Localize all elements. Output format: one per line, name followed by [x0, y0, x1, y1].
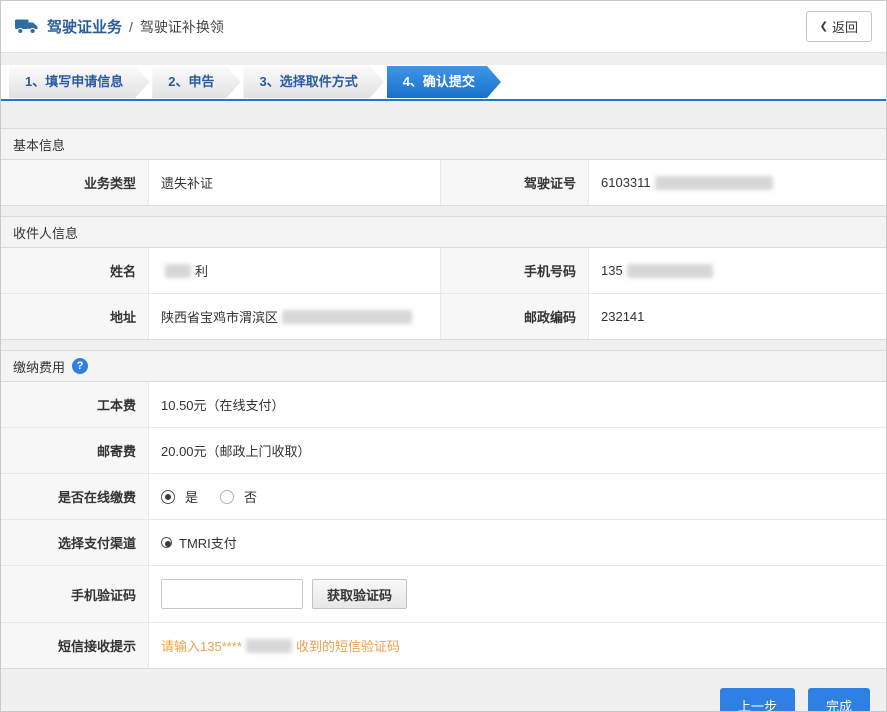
phone-value: 135 [589, 248, 886, 293]
online-pay-label: 是否在线缴费 [1, 474, 149, 519]
redacted-block [165, 264, 191, 278]
radio-yes[interactable] [161, 490, 175, 504]
step-tab-2-declaration[interactable]: 2、申告 [152, 66, 240, 98]
sms-tip-prefix: 请输入135**** [161, 636, 242, 655]
license-number-value: 6103311 [589, 160, 886, 205]
redacted-block [246, 639, 292, 653]
radio-tmri-label[interactable]: TMRI支付 [179, 533, 237, 552]
radio-no-label[interactable]: 否 [244, 487, 257, 506]
sms-tip-value: 请输入135**** 收到的短信验证码 [149, 623, 886, 668]
section-basic-info-title: 基本信息 [1, 129, 886, 160]
sms-code-label: 手机验证码 [1, 566, 149, 622]
sms-tip-label: 短信接收提示 [1, 623, 149, 668]
name-value: 利 [149, 248, 441, 293]
section-recipient-info: 收件人信息 姓名 利 手机号码 135 地址 陕西省宝鸡市渭滨区 邮政编码 23… [1, 216, 886, 340]
page-title-secondary: 驾驶证补换领 [140, 17, 224, 37]
step-tab-label: 3、选择取件方式 [259, 74, 357, 89]
section-basic-info: 基本信息 业务类型 遗失补证 驾驶证号 6103311 [1, 128, 886, 206]
previous-step-button[interactable]: 上一步 [720, 688, 795, 712]
back-button-label: 返回 [832, 17, 858, 36]
business-type-value: 遗失补证 [149, 160, 441, 205]
step-tab-label: 2、申告 [168, 74, 214, 89]
help-icon[interactable]: ? [72, 358, 88, 374]
steps-bar: 1、填写申请信息 2、申告 3、选择取件方式 4、确认提交 [1, 65, 886, 101]
postcode-value: 232141 [589, 294, 886, 339]
truck-icon [15, 18, 39, 35]
phone-label: 手机号码 [441, 248, 589, 293]
back-button[interactable]: ❮ 返回 [806, 11, 872, 42]
postcode-label: 邮政编码 [441, 294, 589, 339]
section-title-text: 收件人信息 [13, 223, 78, 242]
step-tab-3-pickup-method[interactable]: 3、选择取件方式 [243, 66, 383, 98]
radio-tmri[interactable] [161, 537, 172, 548]
table-row: 姓名 利 手机号码 135 [1, 248, 886, 294]
topbar: 驾驶证业务 / 驾驶证补换领 ❮ 返回 [1, 1, 886, 53]
redacted-block [655, 176, 773, 190]
section-title-text: 缴纳费用 [13, 357, 65, 376]
section-title-text: 基本信息 [13, 135, 65, 154]
sms-code-field-wrap: 获取验证码 [149, 566, 886, 622]
table-row: 地址 陕西省宝鸡市渭滨区 邮政编码 232141 [1, 294, 886, 339]
radio-yes-label[interactable]: 是 [185, 487, 198, 506]
chevron-left-icon: ❮ [820, 22, 828, 32]
get-code-button[interactable]: 获取验证码 [312, 579, 407, 609]
step-tab-label: 1、填写申请信息 [25, 74, 123, 89]
online-pay-options: 是 否 [149, 474, 886, 519]
table-row: 邮寄费 20.00元（邮政上门收取） [1, 428, 886, 474]
table-row: 短信接收提示 请输入135**** 收到的短信验证码 [1, 623, 886, 668]
production-fee-value: 10.50元（在线支付） [149, 382, 886, 427]
payment-channel-options: TMRI支付 [149, 520, 886, 565]
page: 驾驶证业务 / 驾驶证补换领 ❮ 返回 1、填写申请信息 2、申告 3、选择取件… [0, 0, 887, 712]
page-title-primary: 驾驶证业务 [47, 16, 122, 37]
table-row: 手机验证码 获取验证码 [1, 566, 886, 623]
mail-fee-label: 邮寄费 [1, 428, 149, 473]
radio-no[interactable] [220, 490, 234, 504]
name-label: 姓名 [1, 248, 149, 293]
license-number-label: 驾驶证号 [441, 160, 589, 205]
business-type-label: 业务类型 [1, 160, 149, 205]
breadcrumb-separator: / [129, 19, 133, 35]
section-fees: 缴纳费用 ? 工本费 10.50元（在线支付） 邮寄费 20.00元（邮政上门收… [1, 350, 886, 669]
redacted-block [627, 264, 713, 278]
section-fees-title: 缴纳费用 ? [1, 351, 886, 382]
online-pay-no-option: 否 [220, 487, 279, 506]
table-row: 选择支付渠道 TMRI支付 [1, 520, 886, 566]
step-tab-1-fill-application[interactable]: 1、填写申请信息 [9, 66, 149, 98]
table-row: 业务类型 遗失补证 驾驶证号 6103311 [1, 160, 886, 205]
footer-actions: 上一步 完成 [1, 669, 886, 712]
step-tab-4-confirm-submit[interactable]: 4、确认提交 [387, 66, 501, 98]
sms-tip-suffix: 收到的短信验证码 [296, 636, 400, 655]
finish-button[interactable]: 完成 [808, 688, 870, 712]
online-pay-yes-option: 是 [161, 487, 220, 506]
mail-fee-value: 20.00元（邮政上门收取） [149, 428, 886, 473]
step-tab-label: 4、确认提交 [403, 74, 475, 89]
address-label: 地址 [1, 294, 149, 339]
payment-channel-label: 选择支付渠道 [1, 520, 149, 565]
redacted-block [282, 310, 412, 324]
table-row: 工本费 10.50元（在线支付） [1, 382, 886, 428]
section-recipient-info-title: 收件人信息 [1, 217, 886, 248]
channel-tmri-option: TMRI支付 [161, 533, 237, 552]
table-row: 是否在线缴费 是 否 [1, 474, 886, 520]
production-fee-label: 工本费 [1, 382, 149, 427]
address-value: 陕西省宝鸡市渭滨区 [149, 294, 441, 339]
sms-code-input[interactable] [161, 579, 303, 609]
